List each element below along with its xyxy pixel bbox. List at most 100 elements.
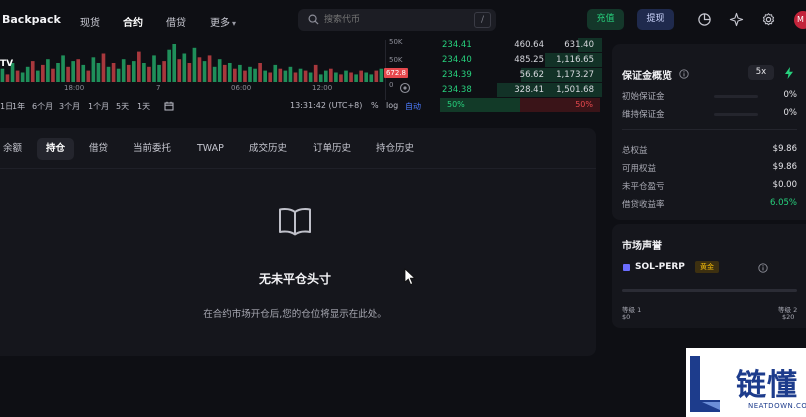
volume-bar	[318, 74, 323, 82]
order-book-row[interactable]: 234.38 328.41 1,501.68	[440, 83, 602, 97]
bid-size: 485.25	[514, 55, 544, 65]
chart-settings-icon[interactable]	[398, 81, 412, 95]
volume-bar	[273, 64, 278, 82]
timeframe-5d[interactable]: 5天	[116, 101, 129, 112]
neatdown-watermark: 链懂 NEATDOWN.COM	[686, 348, 806, 417]
volume-bar	[207, 55, 212, 82]
search-shortcut-key: /	[474, 12, 491, 28]
nav-link-more[interactable]: 更多 ▾	[210, 14, 236, 29]
order-book-row[interactable]: 234.41 460.64 631.40	[440, 38, 602, 52]
tradingview-logo: TV	[0, 59, 14, 69]
timeframe-1d-alt[interactable]: 1天	[137, 101, 150, 112]
volume-bar	[354, 74, 358, 82]
bid-total: 1,173.27	[556, 70, 594, 80]
lightning-icon[interactable]	[782, 66, 796, 80]
total-equity-label: 总权益	[622, 146, 648, 156]
nav-link-spot[interactable]: 现货	[80, 14, 100, 29]
log-scale-toggle[interactable]: log	[386, 101, 398, 110]
unrealized-pnl-value: $0.00	[772, 180, 797, 190]
volume-bar	[157, 64, 161, 82]
bid-total: 1,116.65	[556, 55, 594, 65]
volume-bar	[41, 64, 45, 82]
volume-bar	[369, 74, 374, 82]
volume-bar	[111, 63, 116, 82]
margin-overview-title: 保证金概览	[622, 71, 672, 82]
level-2-value: $20	[782, 313, 795, 321]
last-price-tag: 672.8	[384, 68, 408, 78]
deposit-button[interactable]: 充值	[587, 9, 624, 30]
available-equity-value: $9.86	[772, 162, 797, 172]
lending-yield-row: 借贷收益率 6.05%	[622, 198, 797, 212]
buy-sell-ratio-bar: 50% 50%	[440, 98, 600, 112]
leverage-selector[interactable]: 5x	[748, 65, 774, 80]
order-book-row[interactable]: 234.39 56.62 1,173.27	[440, 68, 602, 82]
search-bar[interactable]: /	[298, 9, 496, 31]
gear-icon[interactable]	[761, 12, 776, 27]
initial-margin-label: 初始保证金	[622, 92, 665, 102]
total-equity-value: $9.86	[772, 144, 797, 154]
tab-position-history[interactable]: 持仓历史	[367, 138, 423, 160]
timeframe-3m[interactable]: 3个月	[59, 101, 80, 112]
positions-panel: 余额 持仓 借贷 当前委托 TWAP 成交历史 订单历史 持仓历史 无未平仓头寸…	[0, 128, 596, 356]
order-book-row[interactable]: 234.40 485.25 1,116.65	[440, 53, 602, 67]
volume-bar	[233, 68, 237, 82]
chart-clock: 13:31:42 (UTC+8)	[290, 101, 363, 110]
volume-bar	[61, 55, 65, 82]
volume-bar	[192, 47, 197, 82]
volume-bar	[96, 63, 101, 82]
initial-margin-bar	[714, 95, 758, 98]
volume-bar	[126, 64, 131, 82]
volume-bar	[283, 70, 288, 82]
timeframe-1y[interactable]: 1年	[12, 101, 25, 112]
volume-bar	[30, 61, 35, 82]
brand-logo[interactable]: Backpack	[2, 13, 61, 26]
volume-bar	[222, 64, 227, 82]
timeframe-6m[interactable]: 6个月	[32, 101, 53, 112]
avatar[interactable]: M	[794, 11, 806, 29]
lending-yield-label: 借贷收益率	[622, 200, 665, 210]
volume-bar	[167, 49, 171, 82]
sparkle-icon[interactable]	[729, 12, 744, 27]
volume-bar	[313, 64, 318, 82]
buy-ratio: 50%	[440, 98, 520, 112]
pie-chart-icon[interactable]	[697, 12, 712, 27]
search-input[interactable]	[324, 12, 464, 28]
reputation-progress-bar	[622, 289, 797, 292]
nav-link-futures[interactable]: 合约	[123, 14, 143, 29]
withdraw-button[interactable]: 提现	[637, 9, 674, 30]
auto-scale-toggle[interactable]: 自动	[405, 101, 421, 112]
watermark-english-text: NEATDOWN.COM	[748, 402, 806, 410]
tab-order-history[interactable]: 订单历史	[304, 138, 360, 160]
tab-positions[interactable]: 持仓	[37, 138, 75, 160]
section-divider	[622, 129, 797, 130]
tab-open-orders[interactable]: 当前委托	[124, 138, 180, 160]
volume-bar	[212, 66, 217, 82]
margin-overview-card: 保证金概览 5x 初始保证金 0% 维持保证金 0% 总权益 $9.86 可用权…	[612, 44, 806, 220]
volume-bar	[349, 72, 353, 82]
x-tick: 18:00	[64, 84, 85, 92]
price-chart[interactable]: TV 50K 50K 672.8 0 18:00 7 06:00 12:00 1…	[0, 38, 432, 118]
tab-balances[interactable]: 余额	[0, 138, 31, 160]
volume-bar	[116, 68, 121, 82]
x-tick: 06:00	[231, 84, 252, 92]
watermark-chinese-text: 链懂	[736, 368, 798, 403]
bid-total: 1,501.68	[556, 85, 594, 95]
volume-bar	[268, 72, 273, 82]
timeframe-1mo[interactable]: 1个月	[88, 101, 109, 112]
calendar-icon[interactable]	[164, 101, 174, 111]
volume-bar	[15, 70, 20, 82]
percent-scale-toggle[interactable]: %	[371, 101, 379, 110]
volume-bar	[147, 66, 151, 82]
info-icon[interactable]	[679, 69, 689, 79]
info-icon[interactable]	[758, 263, 768, 273]
volume-bar	[5, 74, 10, 82]
nav-link-lending[interactable]: 借贷	[166, 14, 186, 29]
volume-bar	[374, 70, 379, 82]
volume-bar	[172, 44, 177, 82]
tab-borrow[interactable]: 借贷	[80, 138, 117, 160]
tab-twap[interactable]: TWAP	[188, 138, 233, 160]
volume-bar	[25, 66, 30, 82]
volume-bar	[162, 61, 166, 82]
top-nav: Backpack 现货 合约 借贷 更多▾ / 充值 提现 M	[0, 0, 806, 40]
tab-fill-history[interactable]: 成交历史	[240, 138, 296, 160]
